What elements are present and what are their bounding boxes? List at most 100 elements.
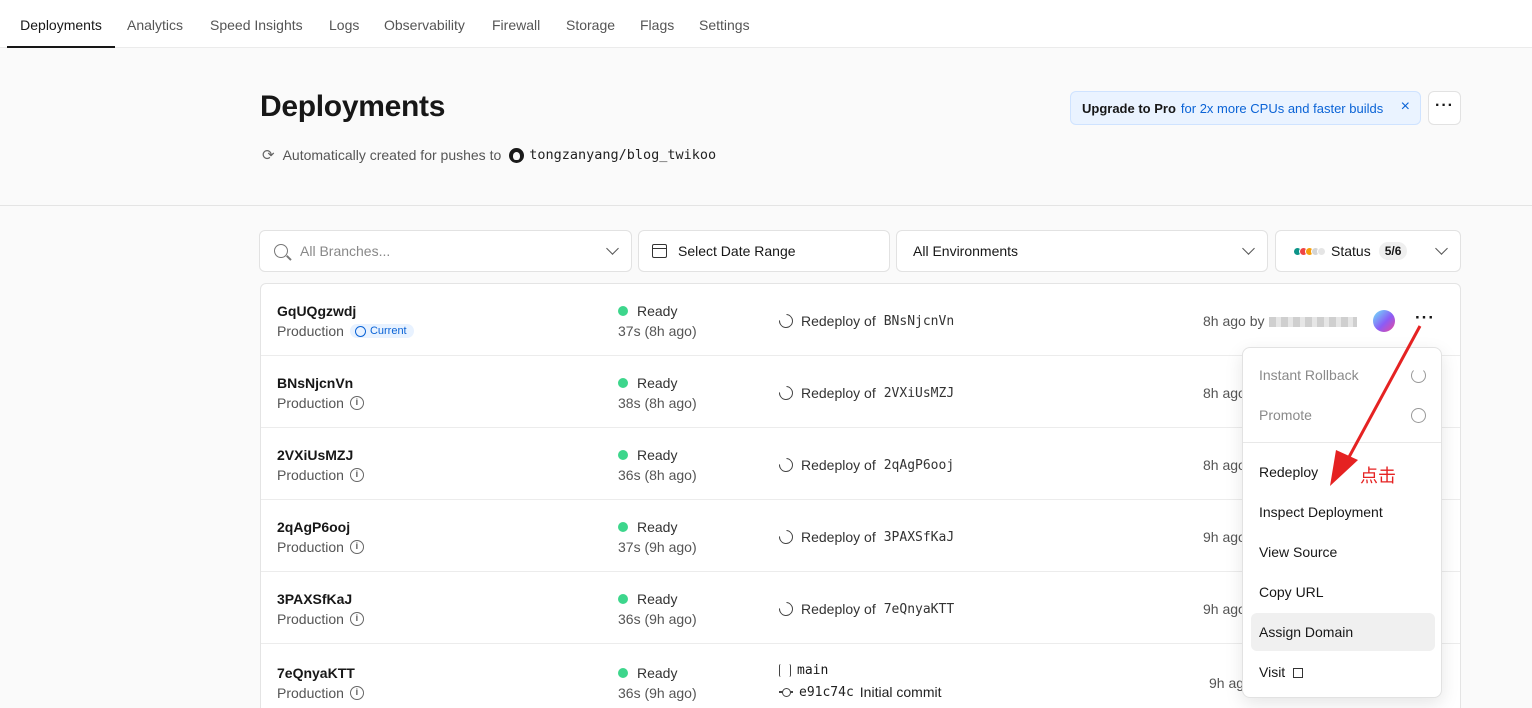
- env-label: Production: [277, 539, 344, 555]
- deployment-id[interactable]: 2qAgP6ooj: [277, 519, 350, 535]
- deployment-env: Production i: [277, 395, 364, 411]
- source-prefix: Redeploy of: [801, 529, 876, 545]
- branch-name: main: [797, 663, 829, 678]
- tab-logs[interactable]: Logs: [329, 0, 359, 48]
- deployment-status: Ready: [618, 303, 677, 319]
- deployment-time: 8h ago: [1203, 385, 1246, 401]
- source-ref[interactable]: BNsNjcnVn: [884, 314, 954, 329]
- deployment-env: Production i: [277, 467, 364, 483]
- source-ref[interactable]: 7eQnyaKTT: [884, 602, 954, 617]
- source-prefix: Redeploy of: [801, 313, 876, 329]
- page-header: Deployments ⟳ Automatically created for …: [0, 48, 1532, 206]
- deployment-row[interactable]: GqUQgzwdj Production Current Ready 37s (…: [261, 284, 1460, 356]
- deployment-status: Ready: [618, 375, 677, 391]
- deployment-time: 9h ago: [1203, 529, 1246, 545]
- menu-item-inspect-deployment[interactable]: Inspect Deployment: [1251, 493, 1435, 531]
- source-ref[interactable]: 2VXiUsMZJ: [884, 386, 954, 401]
- tab-flags[interactable]: Flags: [640, 0, 674, 48]
- env-label: Production: [277, 395, 344, 411]
- tab-deployments[interactable]: Deployments: [7, 0, 115, 48]
- menu-item-visit[interactable]: Visit: [1251, 653, 1435, 691]
- environment-filter[interactable]: All Environments: [896, 230, 1268, 272]
- branch-info[interactable]: main: [779, 663, 828, 678]
- info-icon[interactable]: i: [349, 468, 364, 482]
- status-count-badge: 5/6: [1378, 242, 1408, 260]
- deployment-duration: 36s (9h ago): [618, 611, 697, 627]
- info-icon[interactable]: i: [349, 540, 364, 554]
- info-icon[interactable]: i: [349, 396, 364, 410]
- tab-storage[interactable]: Storage: [566, 0, 615, 48]
- menu-item-view-source[interactable]: View Source: [1251, 533, 1435, 571]
- time-text: 8h ago by: [1203, 313, 1265, 329]
- deployment-status: Ready: [618, 591, 677, 607]
- menu-item-label: Visit: [1259, 664, 1286, 680]
- upgrade-title: Upgrade to Pro: [1082, 100, 1176, 116]
- github-icon: [509, 147, 525, 163]
- external-link-icon: [1293, 668, 1304, 678]
- deployment-source: Redeploy of 2VXiUsMZJ: [776, 383, 954, 403]
- commit-message: Initial commit: [859, 684, 942, 700]
- close-icon[interactable]: ×: [1401, 99, 1410, 115]
- redeploy-icon: [776, 599, 796, 619]
- status-dot-icon: [618, 378, 628, 388]
- status-text: Ready: [637, 303, 678, 319]
- status-text: Ready: [637, 665, 678, 681]
- deployment-env: Production i: [277, 539, 364, 555]
- deployment-duration: 37s (9h ago): [618, 539, 697, 555]
- status-dot-icon: [618, 668, 628, 678]
- menu-item-copy-url[interactable]: Copy URL: [1251, 573, 1435, 611]
- deployment-env: Production i: [277, 611, 364, 627]
- branch-filter[interactable]: All Branches...: [259, 230, 632, 272]
- current-badge: Current: [349, 324, 414, 338]
- deployment-status: Ready: [618, 665, 677, 681]
- status-dot-icon: [618, 306, 628, 316]
- source-prefix: Redeploy of: [801, 601, 876, 617]
- upgrade-text: for 2x more CPUs and faster builds: [1180, 100, 1384, 116]
- deployment-duration: 36s (9h ago): [618, 685, 697, 701]
- status-text: Ready: [637, 447, 678, 463]
- refresh-icon: ⟳: [262, 147, 275, 164]
- source-ref[interactable]: 3PAXSfKaJ: [884, 530, 954, 545]
- redeploy-icon: [776, 383, 796, 403]
- status-dot-icon: [618, 522, 628, 532]
- deployment-time: 8h ago: [1203, 457, 1246, 473]
- tab-firewall[interactable]: Firewall: [492, 0, 540, 48]
- menu-item-assign-domain[interactable]: Assign Domain: [1251, 613, 1435, 651]
- tab-speed-insights[interactable]: Speed Insights: [210, 0, 303, 48]
- commit-info[interactable]: e91c74c Initial commit: [779, 684, 941, 700]
- deployment-id[interactable]: 2VXiUsMZJ: [277, 447, 353, 463]
- date-range-filter[interactable]: Select Date Range: [638, 230, 890, 272]
- status-dot-icon: [618, 450, 628, 460]
- source-ref[interactable]: 2qAgP6ooj: [884, 458, 954, 473]
- deployment-id[interactable]: BNsNjcnVn: [277, 375, 353, 391]
- env-label: Production: [277, 685, 344, 701]
- tab-settings[interactable]: Settings: [699, 0, 750, 48]
- deployment-duration: 36s (8h ago): [618, 467, 697, 483]
- deployment-id[interactable]: 3PAXSfKaJ: [277, 591, 352, 607]
- status-dots-icon: [1293, 246, 1326, 256]
- repo-link[interactable]: tongzanyang/blog_twikoo: [529, 147, 716, 163]
- menu-item-label: Promote: [1259, 407, 1312, 423]
- upgrade-banner[interactable]: Upgrade to Pro for 2x more CPUs and fast…: [1070, 91, 1421, 125]
- source-prefix: Redeploy of: [801, 385, 876, 401]
- chevron-down-icon: [606, 242, 619, 255]
- page-title: Deployments: [260, 90, 446, 123]
- more-options-button[interactable]: ···: [1428, 91, 1461, 125]
- deployment-time: 9h ago: [1203, 601, 1246, 617]
- deployment-id[interactable]: 7eQnyaKTT: [277, 665, 355, 681]
- deployment-duration: 37s (8h ago): [618, 323, 697, 339]
- status-label: Status: [1331, 243, 1371, 259]
- deployment-duration: 38s (8h ago): [618, 395, 697, 411]
- info-icon[interactable]: i: [349, 612, 364, 626]
- annotation-label: 点击: [1360, 466, 1396, 487]
- status-filter[interactable]: Status 5/6: [1275, 230, 1461, 272]
- info-icon[interactable]: i: [349, 686, 364, 700]
- deployment-env: Production i: [277, 685, 364, 701]
- env-label: Production: [277, 323, 344, 339]
- deployment-id[interactable]: GqUQgzwdj: [277, 303, 356, 319]
- tab-observability[interactable]: Observability: [384, 0, 465, 48]
- arrow-up-circle-icon: [354, 325, 366, 337]
- calendar-icon: [652, 244, 667, 258]
- tab-analytics[interactable]: Analytics: [127, 0, 183, 48]
- source-prefix: Redeploy of: [801, 457, 876, 473]
